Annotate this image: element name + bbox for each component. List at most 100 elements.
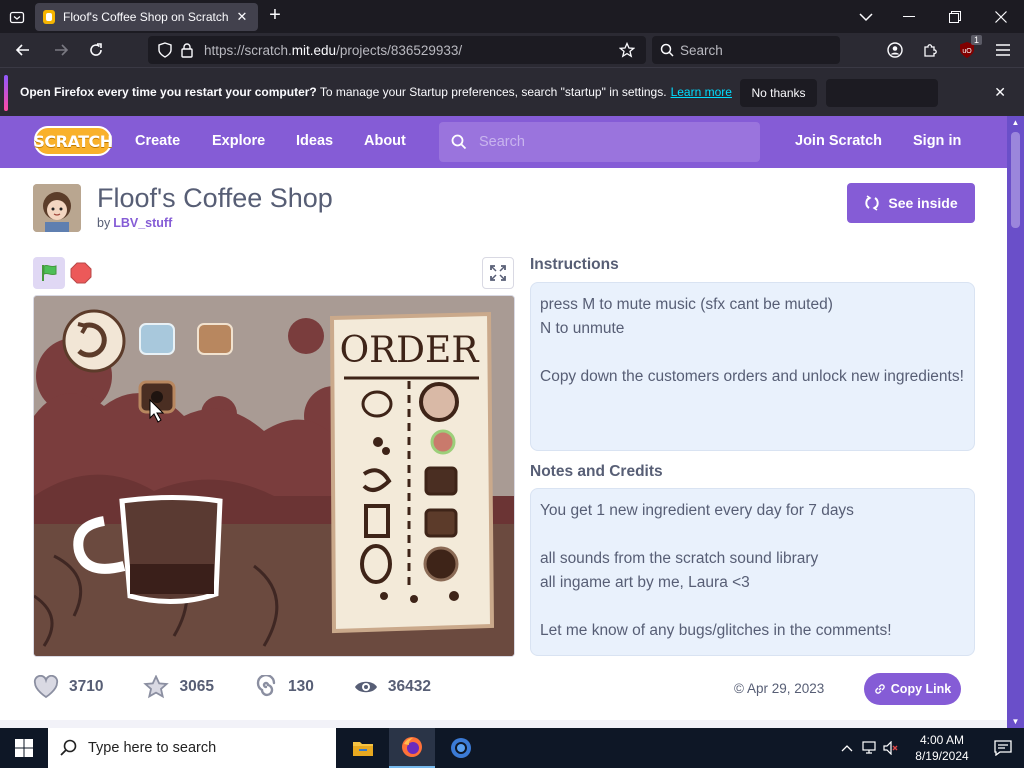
chrome-like-app[interactable] — [438, 728, 484, 768]
join-scratch-link[interactable]: Join Scratch — [795, 133, 882, 149]
reload-icon[interactable] — [83, 37, 109, 63]
favorite-count: 3065 — [179, 678, 214, 695]
love-stat[interactable]: 3710 — [33, 675, 103, 699]
instructions-line: Copy down the customers orders and unloc… — [540, 368, 964, 385]
instructions-line — [540, 341, 965, 365]
network-icon[interactable] — [858, 741, 880, 755]
remix-arrows-icon — [865, 195, 880, 211]
scratch-nav-bar: SCRATCH Create Explore Ideas About Searc… — [0, 116, 1007, 168]
notes-line: all ingame art by me, Laura <3 — [540, 574, 750, 591]
close-window-button[interactable] — [978, 0, 1024, 33]
browser-app-icon — [451, 738, 471, 758]
page-scrollbar[interactable]: ▲ ▼ — [1007, 116, 1024, 728]
copy-link-label: Copy Link — [890, 682, 952, 696]
url-text: https://scratch.mit.edu/projects/8365299… — [204, 42, 463, 58]
taskbar-clock[interactable]: 4:00 AM 8/19/2024 — [902, 732, 982, 764]
forward-arrow-icon[interactable] — [48, 37, 74, 63]
author-link[interactable]: LBV_stuff — [113, 216, 172, 230]
action-center-icon[interactable] — [982, 740, 1024, 756]
link-icon — [875, 684, 885, 694]
instructions-line: press M to mute music (sfx cant be muted… — [540, 296, 833, 313]
nav-ideas-link[interactable]: Ideas — [296, 133, 333, 149]
windows-logo-icon — [15, 739, 33, 757]
open-settings-button[interactable] — [826, 79, 938, 107]
notification-close-icon[interactable]: ✕ — [994, 84, 1006, 101]
see-inside-label: See inside — [888, 195, 958, 211]
search-icon — [451, 134, 467, 150]
hamburger-menu-icon[interactable] — [990, 37, 1016, 63]
browser-search-input[interactable]: Search — [652, 36, 840, 64]
no-thanks-button[interactable]: No thanks — [740, 79, 817, 107]
extension-badge: 1 — [970, 35, 982, 45]
ublock-origin-icon[interactable]: uO 1 — [954, 35, 982, 63]
nav-about-link[interactable]: About — [364, 133, 406, 149]
project-stats: 3710 3065 130 36432 — [33, 675, 471, 699]
scratch-favicon-icon — [43, 10, 55, 24]
tab-list-icon[interactable] — [4, 4, 30, 30]
back-arrow-icon[interactable] — [10, 37, 36, 63]
instructions-heading: Instructions — [530, 256, 619, 273]
chevron-up-icon[interactable] — [836, 744, 858, 752]
shield-icon[interactable] — [154, 39, 176, 61]
restore-button[interactable] — [932, 0, 978, 33]
new-tab-button[interactable]: + — [264, 5, 286, 27]
project-date: © Apr 29, 2023 — [734, 681, 825, 696]
scratch-page: SCRATCH Create Explore Ideas About Searc… — [0, 116, 1007, 728]
scrollbar-thumb[interactable] — [1011, 132, 1020, 228]
green-flag-button[interactable] — [33, 257, 65, 289]
file-explorer-app[interactable] — [340, 728, 386, 768]
scratch-search-input[interactable]: Search — [439, 122, 760, 162]
notes-line: all sounds from the scratch sound librar… — [540, 550, 819, 567]
search-icon — [660, 43, 674, 57]
firefox-app[interactable] — [389, 728, 435, 768]
section-divider — [0, 720, 1007, 728]
notes-box: You get 1 new ingredient every day for 7… — [530, 488, 975, 656]
extensions-puzzle-icon[interactable] — [918, 37, 944, 63]
taskbar-search-input[interactable]: Type here to search — [48, 728, 336, 768]
lock-icon[interactable] — [176, 39, 198, 61]
scroll-down-arrow-icon[interactable]: ▼ — [1011, 717, 1020, 726]
fullscreen-button[interactable] — [482, 257, 514, 289]
copy-link-button[interactable]: Copy Link — [864, 673, 961, 705]
scroll-up-arrow-icon[interactable]: ▲ — [1011, 118, 1020, 127]
windows-start-button[interactable] — [0, 728, 48, 768]
see-inside-button[interactable]: See inside — [847, 183, 975, 223]
stage-order-heading: ORDER — [340, 330, 480, 371]
system-tray: 4:00 AM 8/19/2024 — [836, 728, 1024, 768]
project-byline: by LBV_stuff — [97, 216, 173, 230]
chevron-down-icon[interactable] — [846, 0, 886, 33]
instructions-line: N to unmute — [540, 320, 625, 337]
nav-create-link[interactable]: Create — [135, 133, 180, 149]
notes-line — [540, 523, 965, 547]
nav-explore-link[interactable]: Explore — [212, 133, 265, 149]
tab-close-icon[interactable]: ✕ — [234, 9, 250, 25]
remix-stat[interactable]: 130 — [254, 675, 314, 699]
green-flag-icon — [42, 264, 57, 281]
minimize-button[interactable] — [886, 0, 932, 33]
volume-muted-icon[interactable] — [880, 741, 902, 755]
learn-more-link[interactable]: Learn more — [671, 85, 732, 99]
favorite-stat[interactable]: 3065 — [143, 675, 214, 699]
views-stat: 36432 — [354, 678, 431, 696]
sign-in-link[interactable]: Sign in — [913, 133, 961, 149]
project-stage[interactable]: ORDER — [33, 295, 515, 657]
views-count: 36432 — [387, 678, 431, 695]
search-icon — [60, 739, 77, 756]
bookmark-star-icon[interactable] — [616, 39, 638, 61]
stop-button[interactable] — [70, 262, 92, 284]
scratch-search-placeholder: Search — [479, 134, 525, 150]
stop-sign-icon — [70, 262, 92, 284]
account-icon[interactable] — [882, 37, 908, 63]
browser-tab-active[interactable]: Floof's Coffee Shop on Scratch ✕ — [35, 3, 258, 31]
notification-accent — [4, 75, 8, 111]
notes-line — [540, 595, 965, 619]
url-bar[interactable]: https://scratch.mit.edu/projects/8365299… — [148, 36, 646, 64]
star-icon — [143, 675, 170, 699]
notes-heading: Notes and Credits — [530, 463, 663, 480]
instructions-box: press M to mute music (sfx cant be muted… — [530, 282, 975, 451]
scratch-logo[interactable]: SCRATCH — [33, 126, 113, 156]
browser-search-placeholder: Search — [680, 42, 723, 58]
author-avatar[interactable] — [33, 184, 81, 232]
clock-time: 4:00 AM — [919, 733, 965, 747]
tab-title: Floof's Coffee Shop on Scratch — [63, 10, 229, 24]
